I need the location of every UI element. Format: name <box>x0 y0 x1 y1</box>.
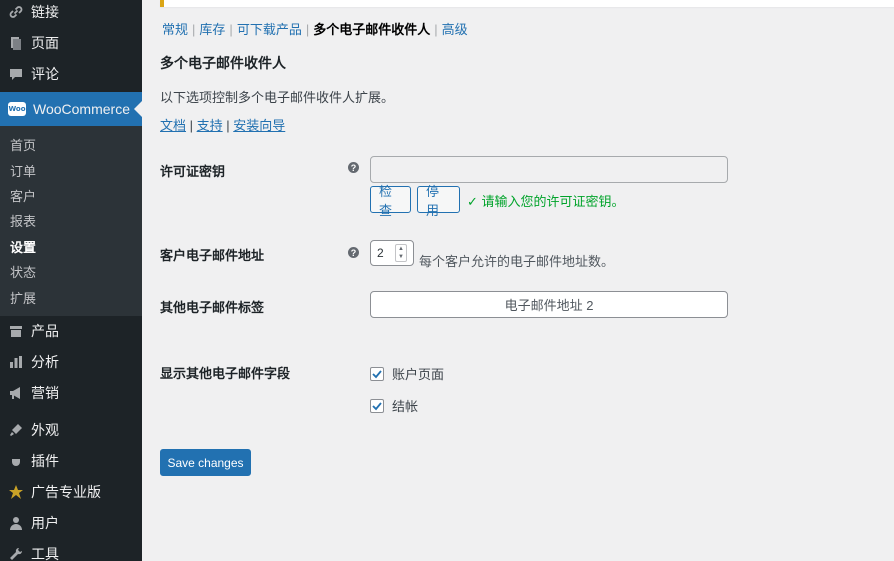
checkbox[interactable] <box>370 398 384 413</box>
menu-label: 页面 <box>31 34 59 51</box>
submenu-item-reports[interactable]: 报表 <box>0 208 142 233</box>
pages-icon <box>8 35 24 51</box>
menu-item-woocommerce[interactable]: Woo WooCommerce <box>0 92 142 126</box>
submenu-item-orders[interactable]: 订单 <box>0 157 142 182</box>
customer-emails-label: 客户电子邮件地址 <box>160 248 265 263</box>
appearance-icon <box>8 422 24 438</box>
admin-sidebar: 链接 页面 评论 Woo WooCommerce 首页 订单 客户 报表 设置 … <box>0 0 142 561</box>
chevron-up-icon[interactable]: ▲ <box>396 245 406 253</box>
customer-emails-stepper[interactable]: 2 ▲ ▼ <box>370 240 414 266</box>
stepper-value: 2 <box>377 246 384 260</box>
main-content: 常规 | 库存 | 可下载产品 | 多个电子邮件收件人 | 高级 多个电子邮件收件人 以下选项控… <box>142 0 894 561</box>
license-key-label: 许可证密钥 <box>160 164 226 179</box>
chevron-down-icon[interactable]: ▼ <box>396 253 406 261</box>
tools-icon <box>8 546 24 561</box>
menu-item-ads-pro[interactable]: 广告专业版 <box>0 477 142 508</box>
customer-emails-description: 每个客户允许的电子邮件地址数。 <box>419 254 615 269</box>
comments-icon <box>8 66 24 82</box>
menu-item-products[interactable]: 产品 <box>0 316 142 347</box>
products-icon <box>8 323 24 339</box>
menu-label: 用户 <box>31 515 59 532</box>
section-description: 以下选项控制多个电子邮件收件人扩展。 <box>160 90 395 105</box>
menu-item-plugins[interactable]: 插件 <box>0 446 142 477</box>
admin-notice <box>160 0 894 7</box>
menu-item-marketing[interactable]: 营销 <box>0 378 142 409</box>
menu-item-analytics[interactable]: 分析 <box>0 347 142 378</box>
help-tip-icon[interactable]: ? <box>348 162 359 173</box>
menu-item-pages[interactable]: 页面 <box>0 27 142 58</box>
submenu-item-home[interactable]: 首页 <box>0 132 142 157</box>
menu-label: 链接 <box>31 3 59 20</box>
menu-label: 插件 <box>31 453 59 470</box>
menu-label: 广告专业版 <box>31 484 101 501</box>
submenu-item-settings[interactable]: 设置 <box>0 234 142 259</box>
save-changes-button[interactable]: Save changes <box>160 449 251 476</box>
analytics-icon <box>8 354 24 370</box>
checkbox-account-page[interactable]: 账户页面 <box>370 364 444 383</box>
setup-wizard-link[interactable]: 安装向导 <box>233 118 285 133</box>
link-icon <box>8 4 24 20</box>
other-email-label-input[interactable] <box>370 291 728 318</box>
menu-label: WooCommerce <box>33 101 130 117</box>
submenu-item-status[interactable]: 状态 <box>0 259 142 284</box>
menu-item-users[interactable]: 用户 <box>0 508 142 539</box>
checkbox-label: 账户页面 <box>392 367 445 382</box>
star-icon <box>8 484 24 500</box>
tab-downloadable[interactable]: 可下载产品 <box>237 22 302 37</box>
display-fields-label: 显示其他电子邮件字段 <box>160 366 291 381</box>
checkbox-checkout[interactable]: 结帐 <box>370 396 418 415</box>
license-key-input[interactable] <box>370 156 728 183</box>
plugins-icon <box>8 453 24 469</box>
help-tip-icon[interactable]: ? <box>348 247 359 258</box>
users-icon <box>8 515 24 531</box>
menu-item-comments[interactable]: 评论 <box>0 58 142 89</box>
menu-label: 工具 <box>31 546 59 561</box>
stepper-arrows[interactable]: ▲ ▼ <box>395 244 407 262</box>
woocommerce-submenu: 首页 订单 客户 报表 设置 状态 扩展 <box>0 126 142 316</box>
submenu-item-customers[interactable]: 客户 <box>0 183 142 208</box>
submenu-item-extensions[interactable]: 扩展 <box>0 284 142 309</box>
tab-general[interactable]: 常规 <box>162 22 188 37</box>
support-link[interactable]: 支持 <box>197 118 223 133</box>
tab-multiple-email-recipients[interactable]: 多个电子邮件收件人 <box>313 22 430 37</box>
license-status-message: ✓ 请输入您的许可证密钥。 <box>467 194 625 209</box>
checkmark-icon <box>372 369 382 378</box>
menu-label: 评论 <box>31 65 59 82</box>
menu-label: 营销 <box>31 385 59 402</box>
tab-inventory[interactable]: 库存 <box>199 22 225 37</box>
woocommerce-icon: Woo <box>8 102 26 116</box>
other-email-label-label: 其他电子邮件标签 <box>160 300 265 315</box>
megaphone-icon <box>8 385 24 401</box>
menu-label: 分析 <box>31 354 59 371</box>
tab-advanced[interactable]: 高级 <box>442 22 468 37</box>
menu-item-tools[interactable]: 工具 <box>0 539 142 561</box>
docs-link[interactable]: 文档 <box>160 118 186 133</box>
menu-item-links[interactable]: 链接 <box>0 0 142 27</box>
settings-subnav: 常规 | 库存 | 可下载产品 | 多个电子邮件收件人 | 高级 <box>162 22 468 37</box>
menu-label: 产品 <box>31 323 59 340</box>
section-links: 文档 | 支持 | 安装向导 <box>160 118 286 133</box>
checkmark-icon <box>372 401 382 410</box>
menu-item-appearance[interactable]: 外观 <box>0 415 142 446</box>
checkbox[interactable] <box>370 366 384 381</box>
check-license-button[interactable]: 检查 <box>370 184 411 218</box>
checkbox-label: 结帐 <box>392 399 419 414</box>
deactivate-license-button[interactable]: 停用 <box>417 184 460 218</box>
menu-label: 外观 <box>31 422 59 439</box>
section-title: 多个电子邮件收件人 <box>160 55 286 71</box>
